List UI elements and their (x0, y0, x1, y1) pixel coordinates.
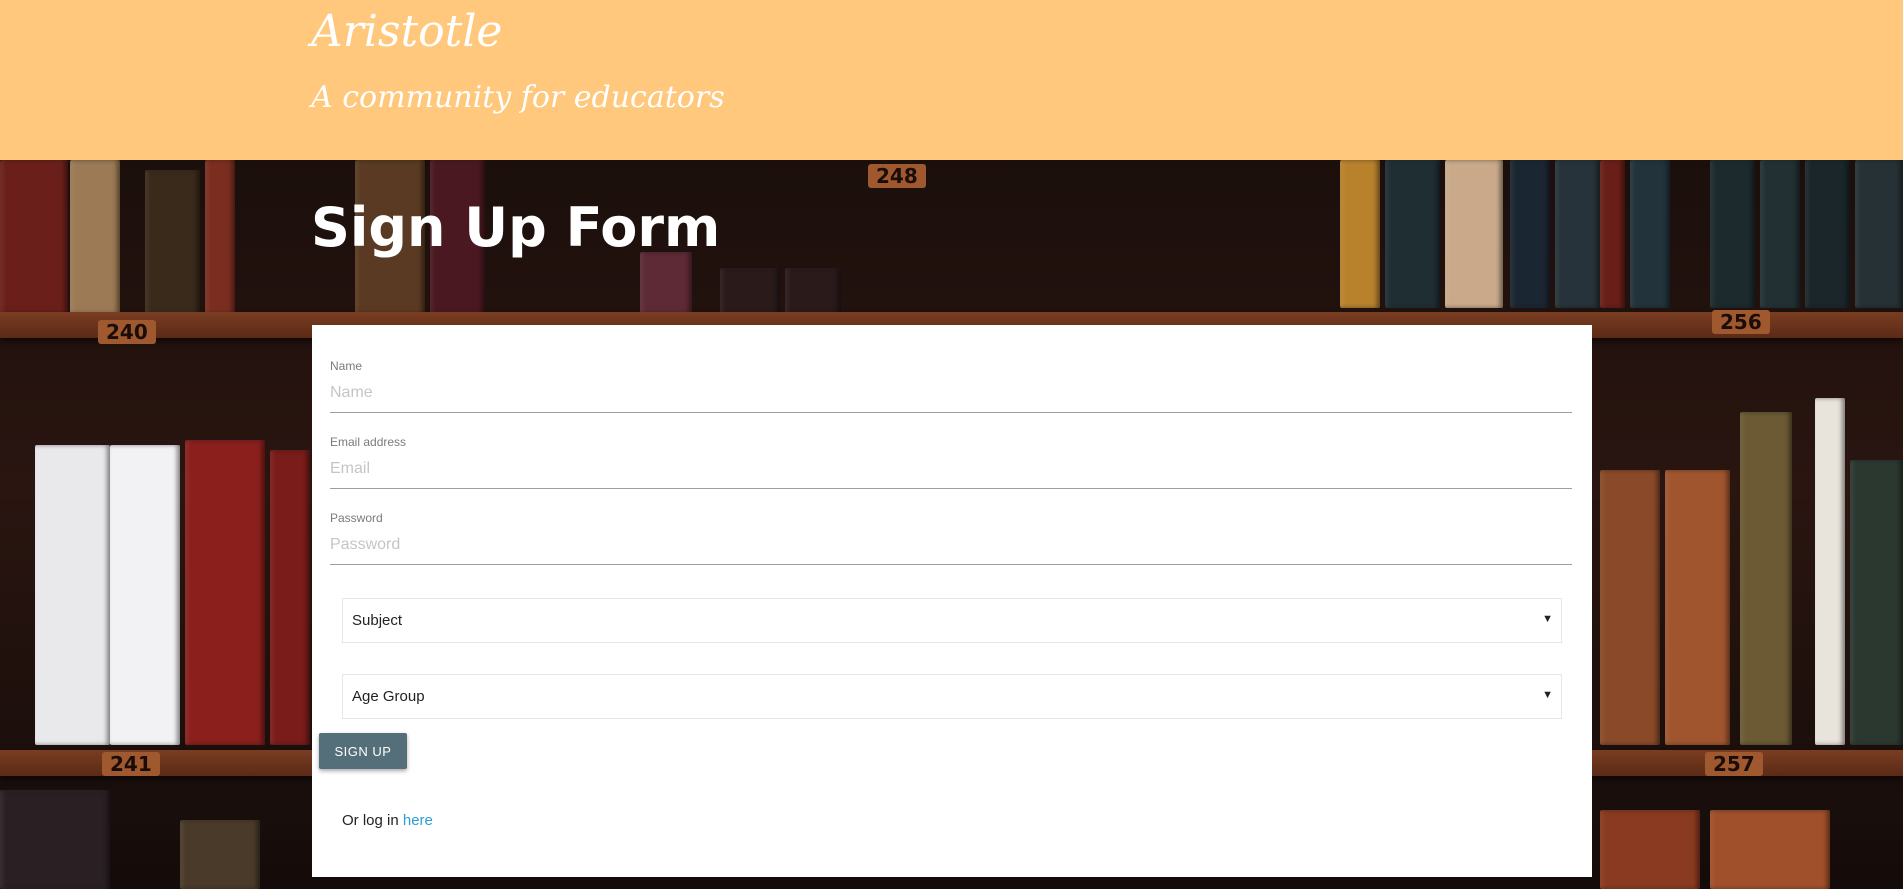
password-field-group: Password (330, 511, 1572, 565)
shelf-number: 257 (1705, 752, 1763, 776)
book (35, 445, 110, 745)
brand-title: Aristotle (311, 6, 503, 57)
book (185, 440, 265, 745)
book (1740, 412, 1792, 745)
book (1760, 160, 1800, 308)
book (1630, 160, 1670, 308)
book (205, 160, 235, 318)
password-input[interactable] (330, 525, 1572, 565)
name-input[interactable] (330, 373, 1572, 413)
age-group-select[interactable]: Age Group ▼ (342, 674, 1562, 719)
book (0, 160, 68, 318)
email-field-group: Email address (330, 435, 1572, 489)
shelf-number: 256 (1712, 310, 1770, 334)
book (1815, 398, 1845, 745)
email-input[interactable] (330, 449, 1572, 489)
page-title: Sign Up Form (311, 196, 721, 259)
shelf-number: 248 (868, 164, 926, 188)
login-link[interactable]: here (403, 812, 433, 829)
shelf-number: 241 (102, 752, 160, 776)
book (1665, 470, 1730, 745)
site-header: Aristotle A community for educators (0, 0, 1903, 160)
book (1710, 160, 1755, 308)
book (1710, 810, 1830, 889)
book (180, 820, 260, 889)
book (785, 268, 841, 318)
login-prompt: Or log in here (342, 812, 433, 829)
book (720, 268, 780, 318)
login-prefix-text: Or log in (342, 812, 403, 829)
password-label: Password (330, 511, 383, 525)
book (1445, 160, 1503, 308)
book (1385, 160, 1440, 308)
shelf-number: 240 (98, 320, 156, 344)
caret-down-icon: ▼ (1542, 689, 1553, 701)
book (0, 790, 110, 889)
signup-card: Name Email address Password Subject ▼ Ag… (312, 325, 1592, 877)
age-group-select-value: Age Group (352, 688, 425, 705)
book (1600, 810, 1700, 889)
book (270, 450, 310, 745)
brand-subtitle: A community for educators (311, 80, 725, 115)
book (110, 445, 180, 745)
book (1805, 160, 1850, 308)
book (145, 170, 200, 318)
book (1600, 160, 1625, 308)
book (1340, 160, 1380, 308)
book (640, 252, 692, 318)
name-field-group: Name (330, 359, 1572, 413)
book (70, 160, 120, 318)
email-label: Email address (330, 435, 407, 449)
book (1850, 460, 1903, 745)
subject-select[interactable]: Subject ▼ (342, 598, 1562, 643)
subject-select-value: Subject (352, 612, 403, 629)
name-label: Name (330, 359, 363, 373)
book (1855, 160, 1903, 308)
book (1555, 160, 1600, 308)
book (1600, 470, 1660, 745)
book (1510, 160, 1550, 308)
caret-down-icon: ▼ (1542, 613, 1553, 625)
signup-button[interactable]: SIGN UP (319, 733, 407, 769)
